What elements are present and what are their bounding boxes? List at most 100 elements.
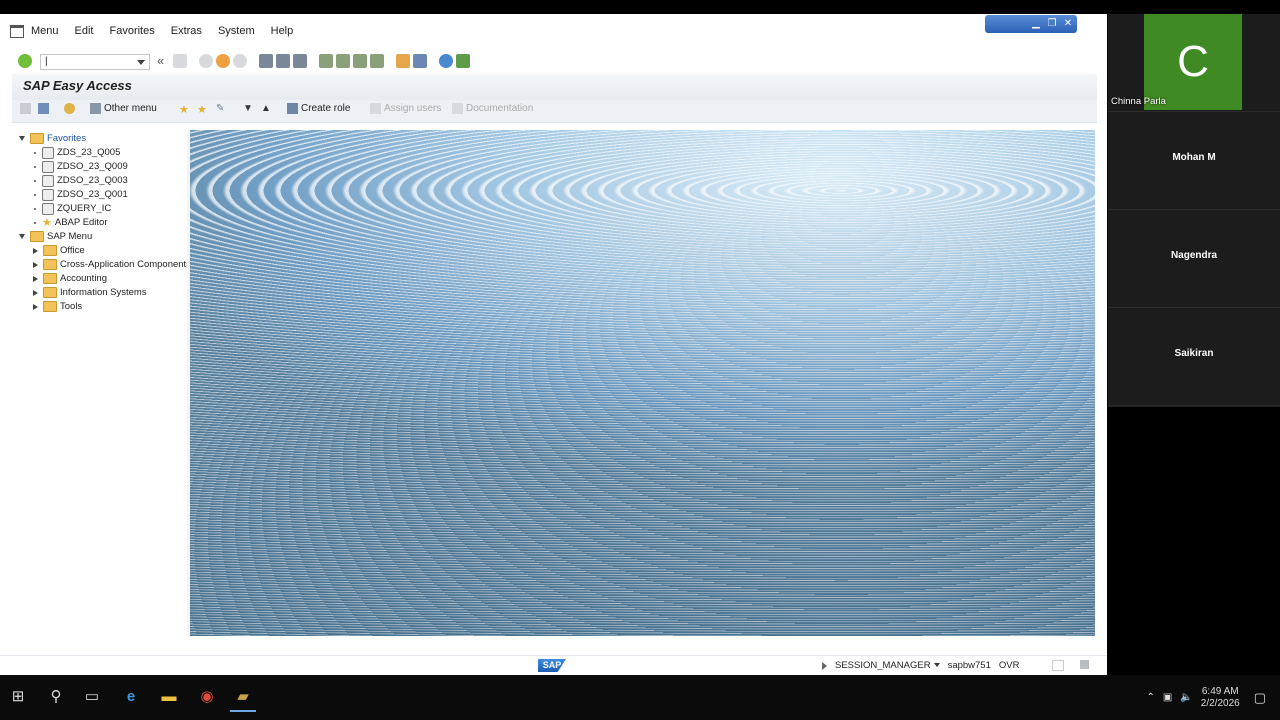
volume-icon[interactable]: 🔈 <box>1180 692 1192 703</box>
folder-icon <box>43 273 57 284</box>
back-icon[interactable] <box>199 54 213 68</box>
lock-icon[interactable] <box>1080 660 1089 669</box>
find-next-icon[interactable] <box>293 54 307 68</box>
clock-time: 6:49 AM <box>1201 685 1239 697</box>
add-favorite-icon: ★ <box>179 104 189 116</box>
command-field-value: | <box>45 56 48 67</box>
favorite-item[interactable]: ZDS_23_Q005 <box>34 146 120 159</box>
menu-help[interactable]: Help <box>271 25 294 37</box>
menu-menu[interactable]: Menu <box>31 25 59 37</box>
sap-logon-icon[interactable]: ▰ <box>230 684 256 712</box>
menu-edit[interactable]: Edit <box>75 25 94 37</box>
exit-icon[interactable] <box>216 54 230 68</box>
sap-menu-item[interactable]: Information Systems <box>33 286 147 299</box>
documentation-button[interactable]: Documentation <box>452 103 533 114</box>
participant-name: Chinna Parla <box>1111 96 1166 107</box>
bullet-icon <box>34 151 36 154</box>
favorite-item-label: ZDS_23_Q005 <box>57 147 121 158</box>
other-menu-button[interactable]: Other menu <box>90 103 157 114</box>
participant-tile[interactable]: Nagendra <box>1108 210 1280 308</box>
participant-tile[interactable]: Mohan M <box>1108 112 1280 210</box>
next-page-icon[interactable] <box>353 54 367 68</box>
clock[interactable]: 6:49 AM 2/2/2026 <box>1201 686 1240 710</box>
save-icon[interactable] <box>173 54 187 68</box>
network-icon[interactable]: ▣ <box>1163 692 1172 703</box>
windows-start-icon[interactable]: ⊞ <box>5 684 31 710</box>
expand-arrow-icon[interactable] <box>33 261 38 268</box>
cancel-icon[interactable] <box>233 54 247 68</box>
participant-tile[interactable]: C Chinna Parla <box>1108 14 1280 112</box>
last-page-icon[interactable] <box>370 54 384 68</box>
previous-page-icon[interactable] <box>336 54 350 68</box>
new-session-icon[interactable] <box>396 54 410 68</box>
sap-menu-item[interactable]: Tools <box>33 300 82 313</box>
delete-favorite-button[interactable]: ★ <box>197 103 210 116</box>
internet-explorer-icon[interactable]: e <box>118 684 144 710</box>
move-down-button[interactable]: ▼ <box>243 103 253 114</box>
sap-menu-item[interactable]: Office <box>33 244 85 257</box>
tree-node-sap-menu[interactable]: SAP Menu <box>19 230 92 243</box>
participant-name: Mohan M <box>1172 152 1216 163</box>
insert-mode-label: OVR <box>998 660 1020 671</box>
favorite-item[interactable]: ZDSO_23_Q009 <box>34 160 128 173</box>
tree-node-label: SAP Menu <box>47 231 93 242</box>
chevron-down-icon[interactable] <box>137 60 145 65</box>
favorite-item-label: ZDSO_23_Q001 <box>57 189 128 200</box>
print-icon[interactable] <box>259 54 273 68</box>
menu-icon-button[interactable] <box>20 103 31 114</box>
chevron-down-icon <box>933 663 940 668</box>
minimize-icon[interactable]: ▁ <box>1029 18 1043 30</box>
file-explorer-icon[interactable]: ▬ <box>156 684 182 710</box>
shortcut-icon[interactable] <box>413 54 427 68</box>
transaction-icon <box>42 188 54 201</box>
sap-menu-item[interactable]: Cross-Application Components <box>33 258 191 271</box>
create-role-label: Create role <box>301 103 351 114</box>
documentation-icon <box>452 103 463 114</box>
other-menu-label: Other menu <box>104 103 157 114</box>
expand-arrow-icon[interactable] <box>33 289 38 296</box>
clock-date: 2/2/2026 <box>1200 697 1240 709</box>
favorite-item[interactable]: ZDSO_23_Q001 <box>34 188 128 201</box>
chrome-icon[interactable]: ◉ <box>194 684 220 710</box>
command-field[interactable]: | <box>40 54 150 70</box>
menu-favorites[interactable]: Favorites <box>110 25 155 37</box>
status-expand-icon[interactable] <box>822 661 827 670</box>
help-icon[interactable] <box>439 54 453 68</box>
restore-icon[interactable]: ❐ <box>1045 18 1059 30</box>
easy-access-background-image <box>190 130 1095 636</box>
menu-extras[interactable]: Extras <box>171 25 202 37</box>
notifications-icon[interactable]: ▢ <box>1254 690 1266 706</box>
create-role-button[interactable]: Create role <box>287 103 350 114</box>
favorite-item[interactable]: ZQUERY_IC <box>34 202 111 215</box>
customize-layout-icon[interactable] <box>456 54 470 68</box>
chevron-up-icon[interactable]: ⌃ <box>1146 692 1154 703</box>
find-icon[interactable] <box>276 54 290 68</box>
assign-users-button[interactable]: Assign users <box>370 103 441 114</box>
collapse-icon[interactable]: « <box>157 53 164 68</box>
collapse-arrow-icon[interactable] <box>19 136 25 141</box>
resize-grip-icon[interactable] <box>1052 660 1064 671</box>
session-field[interactable]: SESSION_MANAGER <box>835 660 940 671</box>
window-menu-icon[interactable] <box>10 25 24 38</box>
enter-check-icon[interactable] <box>18 54 32 68</box>
change-favorite-button[interactable]: ✎ <box>216 103 224 114</box>
participant-tile[interactable]: Saikiran <box>1108 308 1280 406</box>
expand-arrow-icon[interactable] <box>33 303 38 310</box>
first-page-icon[interactable] <box>319 54 333 68</box>
expand-arrow-icon[interactable] <box>33 275 38 282</box>
refresh-button[interactable] <box>64 103 75 114</box>
task-view-icon[interactable]: ▭ <box>79 684 105 710</box>
favorite-item[interactable]: ZDSO_23_Q003 <box>34 174 128 187</box>
tree-node-favorites[interactable]: Favorites <box>19 132 86 145</box>
menu-system[interactable]: System <box>218 25 255 37</box>
add-favorite-button[interactable]: ★ <box>179 103 192 116</box>
sap-menu-item[interactable]: Accounting <box>33 272 107 285</box>
favorite-item[interactable]: ★ ABAP Editor <box>34 216 108 229</box>
move-up-button[interactable]: ▲ <box>261 103 271 114</box>
expand-arrow-icon[interactable] <box>33 247 38 254</box>
folder-icon <box>30 231 44 242</box>
search-icon[interactable]: ⚲ <box>43 684 69 710</box>
sap-menu-button[interactable] <box>38 103 49 114</box>
collapse-arrow-icon[interactable] <box>19 234 25 239</box>
close-icon[interactable]: ✕ <box>1061 18 1075 30</box>
